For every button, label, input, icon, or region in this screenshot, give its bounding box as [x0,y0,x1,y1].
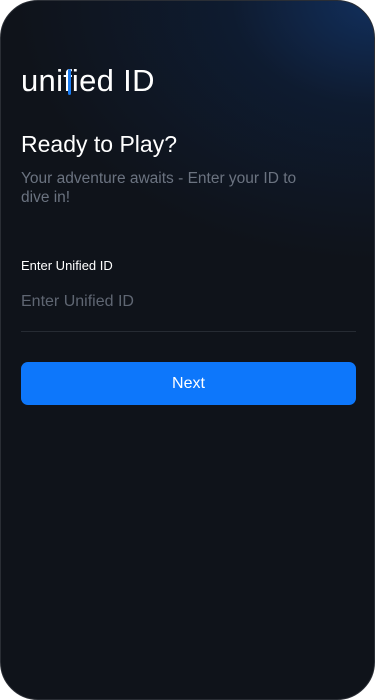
next-button[interactable]: Next [21,362,356,405]
unified-id-input[interactable] [21,287,356,317]
logo-suffix: ID [123,63,155,98]
page-title: Ready to Play? [21,131,177,157]
logo-accent-mark [68,69,71,95]
page-subtitle: Your adventure awaits - Enter your ID to… [21,170,297,206]
unified-id-logo: uniﬁed ID [21,56,155,96]
phone-frame: uniﬁed ID Ready to Play? Your adventure … [0,0,375,700]
input-underline [21,331,356,332]
unified-id-label: Enter Unified ID [21,258,113,273]
logo-word: uniﬁed [21,65,114,96]
